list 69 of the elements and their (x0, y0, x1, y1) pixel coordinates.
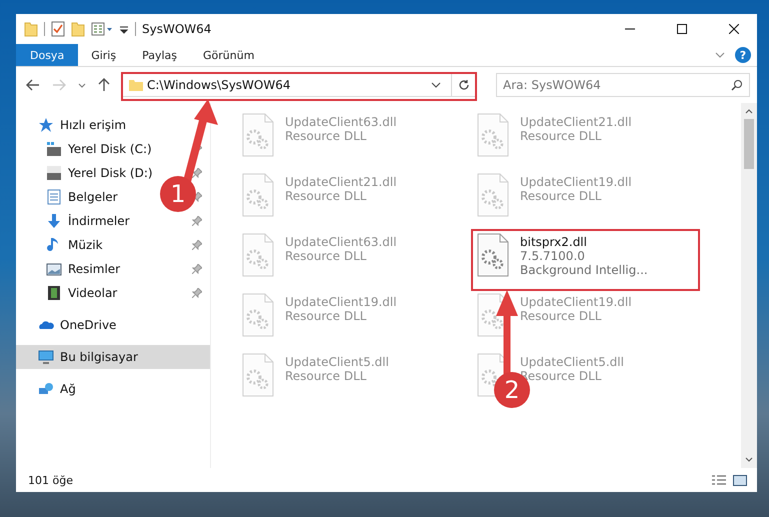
sidebar-item[interactable]: OneDrive (16, 313, 210, 337)
dll-file-icon (476, 113, 510, 157)
dll-file-icon (241, 233, 275, 277)
sidebar-item[interactable]: Hızlı erişim (16, 113, 210, 137)
sidebar-item[interactable]: Yerel Disk (C:) (46, 137, 152, 161)
dll-file-icon (476, 233, 510, 277)
checklist-icon[interactable] (51, 21, 65, 37)
ribbon-tab[interactable]: Dosya (16, 44, 78, 66)
sidebar-item[interactable]: Ağ (16, 377, 210, 401)
details-view-icon[interactable] (711, 474, 727, 486)
chevron-down-icon[interactable] (78, 82, 86, 88)
refresh-icon[interactable] (458, 79, 470, 91)
file-detail: Background Intellig... (520, 263, 648, 277)
drive-c-icon (46, 141, 62, 157)
dll-file-icon (241, 113, 275, 157)
sidebar-item[interactable]: Belgeler (46, 185, 118, 209)
maximize-icon (677, 24, 687, 34)
network-icon (38, 381, 54, 397)
sidebar-item[interactable]: Videolar (46, 281, 118, 305)
star-icon (38, 117, 54, 133)
item-count: 101 öğe (28, 474, 73, 486)
pin-icon[interactable] (192, 216, 202, 226)
file-detail: Resource DLL (520, 189, 602, 203)
help-button[interactable]: ? (735, 47, 751, 63)
scroll-up-icon[interactable] (745, 109, 753, 114)
file-detail: Resource DLL (520, 129, 602, 143)
large-icons-view-icon[interactable] (733, 474, 747, 486)
pin-icon[interactable] (192, 168, 202, 178)
sidebar-item[interactable]: Resimler (46, 257, 120, 281)
video-icon (46, 285, 62, 301)
ribbon-tab[interactable]: Giriş (78, 44, 130, 66)
pin-icon[interactable] (192, 240, 202, 250)
dll-file-icon (241, 353, 275, 397)
chevron-down-icon[interactable] (431, 82, 441, 88)
download-icon (46, 213, 62, 229)
picture-icon (46, 261, 62, 277)
window-title: SysWOW64 (142, 22, 212, 36)
dll-file-icon (241, 173, 275, 217)
sidebar-item[interactable]: Bu bilgisayar (16, 345, 210, 369)
ribbon-tab[interactable]: Görünüm (190, 44, 268, 66)
pin-icon[interactable] (192, 264, 202, 274)
sidebar-item[interactable]: Yerel Disk (D:) (46, 161, 153, 185)
dll-file-icon (241, 293, 275, 337)
sidebar-item[interactable]: Müzik (46, 233, 103, 257)
properties-icon[interactable] (91, 21, 113, 37)
file-detail: Resource DLL (285, 369, 368, 383)
file-detail: Resource DLL (285, 129, 368, 143)
computer-icon (38, 349, 54, 365)
file-detail: 7.5.7100.0 (520, 249, 586, 263)
address-input[interactable]: C:\Windows\SysWOW64 (147, 78, 427, 92)
ribbon-tab[interactable]: Paylaş (129, 44, 190, 66)
search-icon (731, 79, 743, 91)
scrollbar-thumb[interactable] (744, 119, 754, 169)
close-icon (729, 24, 739, 34)
file-detail: Resource DLL (520, 309, 602, 323)
file-name[interactable]: bitsprx2.dll (520, 235, 648, 249)
back-arrow-icon[interactable] (26, 79, 40, 91)
file-detail: Resource DLL (285, 309, 368, 323)
pin-icon[interactable] (192, 288, 202, 298)
scroll-down-icon[interactable] (745, 457, 753, 462)
document-icon (46, 189, 62, 205)
up-arrow-icon[interactable] (98, 78, 110, 92)
drive-icon (46, 165, 62, 181)
file-detail: Resource DLL (285, 249, 368, 263)
dll-file-icon (476, 173, 510, 217)
folder-icon (129, 79, 143, 91)
sidebar-item[interactable]: İndirmeler (46, 209, 130, 233)
file-detail: Resource DLL (285, 189, 368, 203)
search-field[interactable]: Ara: SysWOW64 (496, 73, 750, 97)
